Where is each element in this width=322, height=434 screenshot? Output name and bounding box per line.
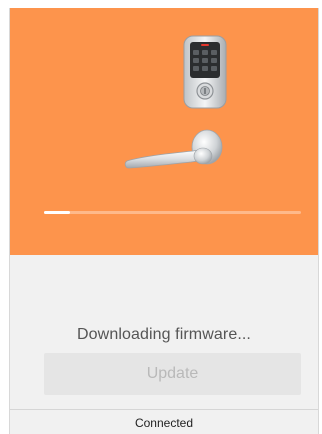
device-hero [10,8,318,255]
firmware-status-text: Downloading firmware... [77,326,251,343]
smart-lock-keypad-icon [183,35,227,109]
door-lever-handle-icon [124,129,223,169]
download-progress-bar [44,211,301,214]
update-button[interactable]: Update [44,353,301,395]
footer-divider [10,409,318,410]
app-window: Downloading firmware... Update Connected [9,8,319,434]
connection-status: Connected [134,416,194,430]
download-progress-fill [44,211,70,214]
update-panel: Downloading firmware... Update Connected [10,255,318,434]
